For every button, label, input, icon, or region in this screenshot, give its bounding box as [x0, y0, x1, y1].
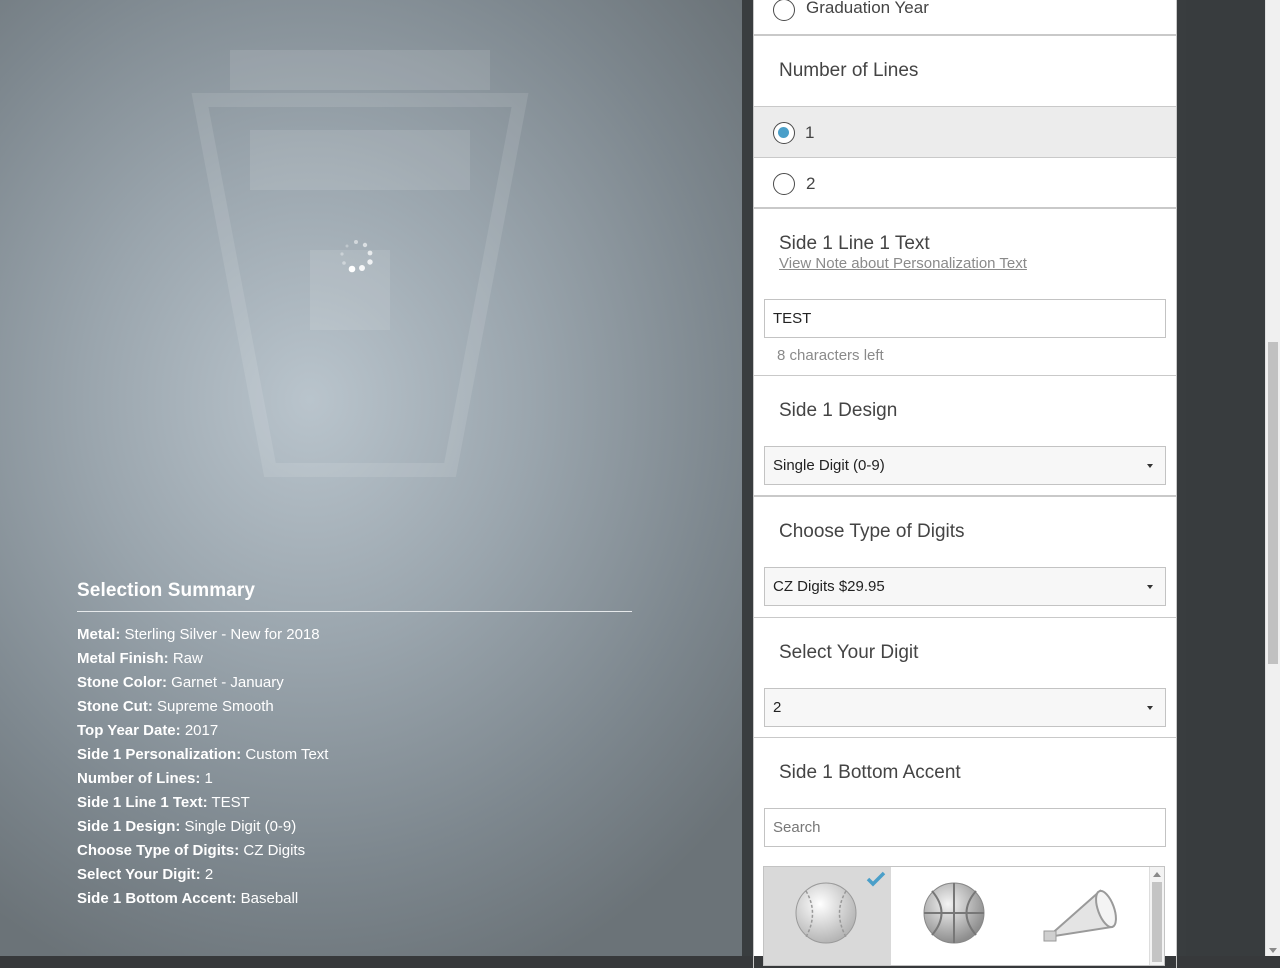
summary-item-value: Custom Text — [245, 746, 329, 763]
summary-item: Stone Color: Garnet - January — [77, 671, 632, 695]
accent-tile-megaphone[interactable] — [1018, 867, 1145, 965]
summary-item-label: Number of Lines: — [77, 770, 201, 787]
summary-item-label: Stone Color: — [77, 674, 167, 691]
summary-item: Metal: Sterling Silver - New for 2018 — [77, 623, 632, 647]
summary-item-label: Side 1 Bottom Accent: — [77, 890, 237, 907]
side1-design-section: Side 1 Design Single Digit (0-9) — [753, 376, 1177, 497]
side1-design-select[interactable]: Single Digit (0-9) — [764, 446, 1166, 485]
summary-item-value: Sterling Silver - New for 2018 — [124, 626, 320, 643]
summary-item: Select Your Digit: 2 — [77, 863, 632, 887]
page-scrollbar[interactable] — [1265, 0, 1280, 956]
graduation-year-label: Graduation Year — [806, 0, 929, 17]
summary-title: Selection Summary — [77, 580, 632, 612]
side1-design-value: Single Digit (0-9) — [773, 457, 885, 474]
summary-item-value: Baseball — [240, 890, 299, 907]
options-panel: Graduation Year Number of Lines 1 2 Side… — [742, 0, 1186, 968]
digit-select[interactable]: 2 — [764, 688, 1166, 727]
option-lines-2[interactable]: 2 — [753, 158, 1177, 209]
scroll-up-icon[interactable] — [1153, 872, 1161, 877]
summary-item: Number of Lines: 1 — [77, 767, 632, 791]
digit-type-section: Choose Type of Digits CZ Digits $29.95 — [753, 497, 1177, 618]
summary-item-value: Raw — [172, 650, 203, 667]
lines-2-label: 2 — [806, 174, 816, 193]
number-of-lines-section: Number of Lines — [753, 36, 1177, 107]
basketball-icon — [923, 882, 985, 944]
bottom-accent-title: Side 1 Bottom Accent — [779, 762, 961, 783]
option-lines-1[interactable]: 1 — [753, 107, 1177, 158]
chevron-down-icon — [1147, 464, 1153, 468]
number-of-lines-title: Number of Lines — [779, 60, 919, 81]
summary-item: Choose Type of Digits: CZ Digits — [77, 839, 632, 863]
radio-graduation-year[interactable] — [773, 0, 795, 21]
summary-item-value: Single Digit (0-9) — [184, 818, 297, 835]
checkmark-icon — [866, 871, 886, 887]
summary-item-label: Side 1 Personalization: — [77, 746, 242, 763]
summary-item: Side 1 Bottom Accent: Baseball — [77, 887, 632, 911]
digit-type-value: CZ Digits $29.95 — [773, 578, 885, 595]
page-scroll-thumb[interactable] — [1268, 342, 1278, 664]
line1-text-input[interactable] — [764, 299, 1166, 338]
side1-design-title: Side 1 Design — [779, 400, 898, 421]
summary-item: Top Year Date: 2017 — [77, 719, 632, 743]
summary-item-value: Supreme Smooth — [157, 698, 274, 715]
summary-item: Stone Cut: Supreme Smooth — [77, 695, 632, 719]
summary-item-label: Side 1 Line 1 Text: — [77, 794, 208, 811]
right-gutter — [1186, 0, 1265, 956]
radio-lines-2[interactable] — [773, 173, 795, 195]
summary-item-label: Stone Cut: — [77, 698, 153, 715]
radio-lines-1[interactable] — [773, 122, 795, 144]
summary-item-label: Select Your Digit: — [77, 866, 201, 883]
digit-type-title: Choose Type of Digits — [779, 521, 965, 542]
digit-type-select[interactable]: CZ Digits $29.95 — [764, 567, 1166, 606]
accent-grid-scrollbar[interactable] — [1149, 867, 1164, 965]
summary-item-value: CZ Digits — [243, 842, 306, 859]
personalization-note-link[interactable]: View Note about Personalization Text — [779, 255, 1027, 272]
chevron-down-icon — [1147, 585, 1153, 589]
summary-list: Metal: Sterling Silver - New for 2018 Met… — [77, 623, 632, 911]
megaphone-icon — [1043, 889, 1117, 942]
lines-1-label: 1 — [805, 123, 815, 142]
characters-left: 8 characters left — [777, 347, 884, 364]
digit-section: Select Your Digit 2 — [753, 618, 1177, 738]
accent-grid-scroll-thumb[interactable] — [1152, 882, 1162, 962]
summary-item: Side 1 Design: Single Digit (0-9) — [77, 815, 632, 839]
summary-item: Side 1 Line 1 Text: TEST — [77, 791, 632, 815]
summary-item-value: 2 — [204, 866, 214, 883]
summary-item-label: Side 1 Design: — [77, 818, 181, 835]
selection-summary: Selection Summary Metal: Sterling Silver… — [77, 580, 632, 911]
line1-text-section: Side 1 Line 1 Text View Note about Perso… — [753, 209, 1177, 376]
summary-item-value: Garnet - January — [171, 674, 284, 691]
loading-spinner-icon — [340, 240, 373, 273]
summary-item-value: 2017 — [184, 722, 219, 739]
accent-search-input[interactable] — [764, 808, 1166, 847]
summary-item: Side 1 Personalization: Custom Text — [77, 743, 632, 767]
summary-item-label: Choose Type of Digits: — [77, 842, 240, 859]
options-panel-content: Graduation Year Number of Lines 1 2 Side… — [753, 0, 1177, 968]
accent-tile-baseball[interactable] — [764, 867, 891, 965]
option-graduation-year[interactable]: Graduation Year — [753, 0, 1177, 36]
scroll-down-icon[interactable] — [1269, 948, 1277, 953]
accent-grid — [763, 866, 1165, 966]
summary-item-value: TEST — [211, 794, 250, 811]
chevron-down-icon — [1147, 706, 1153, 710]
summary-item: Metal Finish: Raw — [77, 647, 632, 671]
summary-item-label: Metal Finish: — [77, 650, 169, 667]
digit-title: Select Your Digit — [779, 642, 919, 663]
summary-item-label: Metal: — [77, 626, 121, 643]
summary-item-label: Top Year Date: — [77, 722, 181, 739]
digit-value: 2 — [773, 699, 782, 716]
product-preview: Selection Summary Metal: Sterling Silver… — [0, 0, 742, 956]
line1-text-title: Side 1 Line 1 Text — [779, 233, 930, 254]
accent-tile-basketball[interactable] — [891, 867, 1018, 965]
summary-item-value: 1 — [204, 770, 213, 787]
